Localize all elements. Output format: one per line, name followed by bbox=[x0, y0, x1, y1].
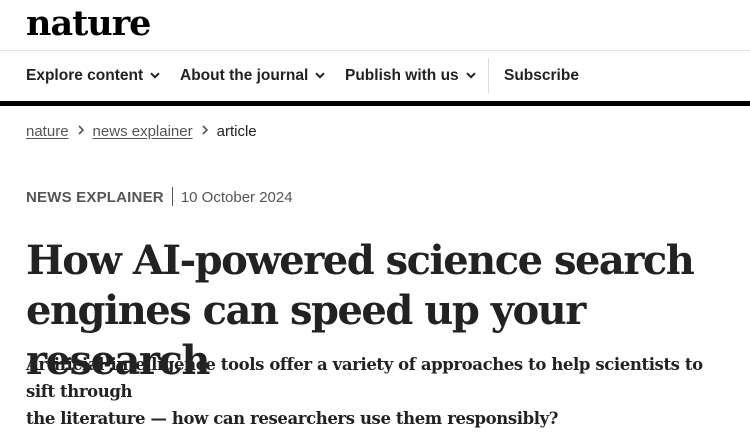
chevron-right-icon bbox=[77, 121, 84, 141]
publication-date: 10 October 2024 bbox=[180, 189, 293, 206]
breadcrumb-link-nature[interactable]: nature bbox=[26, 123, 69, 140]
meta-divider bbox=[171, 186, 173, 206]
chevron-down-icon bbox=[465, 49, 476, 100]
nav-subscribe[interactable]: Subscribe bbox=[504, 50, 579, 101]
standfirst-line-1: Artificial-intelligence tools offer a va… bbox=[26, 355, 703, 401]
nav-divider bbox=[488, 58, 489, 93]
breadcrumb-current: article bbox=[216, 123, 257, 140]
breadcrumb-link-news-explainer[interactable]: news explainer bbox=[93, 123, 193, 140]
nav-about-journal[interactable]: About the journal bbox=[180, 49, 326, 101]
nav-explore-content[interactable]: Explore content bbox=[26, 50, 160, 101]
nav-publish-with-us[interactable]: Publish with us bbox=[345, 50, 476, 101]
nav-about-journal-label: About the journal bbox=[180, 67, 309, 84]
nature-logo[interactable]: nature bbox=[26, 2, 151, 46]
site-header: nature bbox=[0, 0, 750, 51]
main-navigation: Explore content About the journal Publis… bbox=[0, 50, 750, 101]
article-type-label: NEWS EXPLAINER bbox=[26, 189, 164, 206]
nav-publish-with-us-label: Publish with us bbox=[345, 67, 459, 84]
article-meta: NEWS EXPLAINER 10 October 2024 bbox=[26, 186, 293, 208]
breadcrumb: nature news explainer article bbox=[26, 122, 257, 142]
nav-explore-content-label: Explore content bbox=[26, 67, 144, 84]
headline-line-1: How AI-powered science search bbox=[26, 237, 695, 284]
article-standfirst: Artificial-intelligence tools offer a va… bbox=[26, 351, 736, 432]
chevron-right-icon bbox=[202, 121, 208, 141]
standfirst-line-2: the literature — how can researchers use… bbox=[26, 409, 559, 428]
chevron-down-icon bbox=[150, 49, 160, 100]
nav-subscribe-label: Subscribe bbox=[504, 67, 579, 84]
nav-bottom-rule bbox=[0, 101, 750, 106]
chevron-down-icon bbox=[315, 49, 326, 100]
